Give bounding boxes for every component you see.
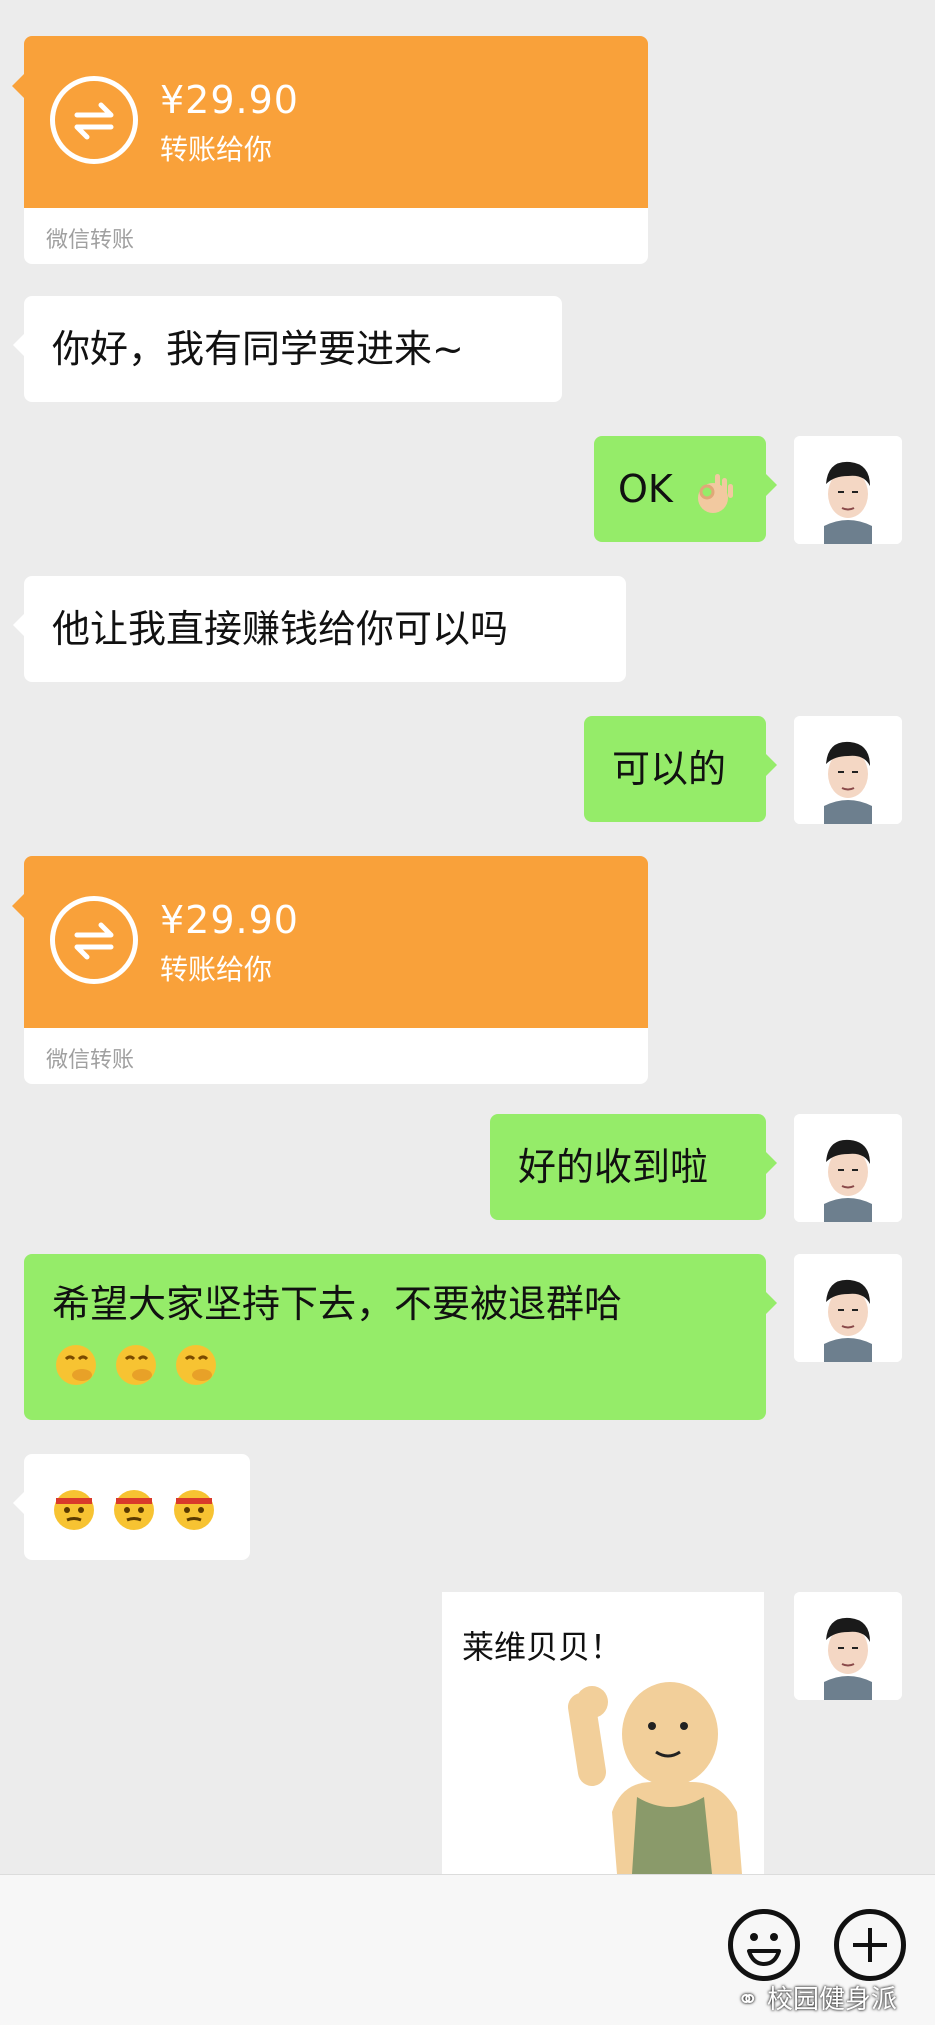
plus-icon <box>853 1928 887 1962</box>
message-bubble-outgoing[interactable]: 可以的 <box>584 716 777 822</box>
smiley-icon <box>747 1933 781 1966</box>
avatar[interactable] <box>794 1592 902 1700</box>
message-text: 好的收到啦 <box>518 1145 709 1189</box>
message-bubble-incoming[interactable]: 他让我直接赚钱给你可以吗 <box>13 576 626 682</box>
emoji-row <box>52 1338 738 1389</box>
plus-button[interactable] <box>834 1909 906 1981</box>
transfer-card-1[interactable]: ¥29.90 转账给你 微信转账 <box>12 36 648 264</box>
chat-input-bar: ⚭ 校园健身派 <box>0 1874 935 2025</box>
transfer-card-footer: 微信转账 <box>24 1028 648 1084</box>
transfer-amount: ¥29.90 <box>160 78 299 122</box>
message-bubble-incoming[interactable] <box>13 1454 250 1560</box>
headband-face-emoji <box>174 1489 214 1530</box>
transfer-icon <box>50 76 138 164</box>
watermark-text: 校园健身派 <box>766 1985 897 2015</box>
message-text: 他让我直接赚钱给你可以吗 <box>52 607 509 651</box>
message-bubble-incoming[interactable]: 你好，我有同学要进来~ <box>13 296 562 402</box>
transfer-card-footer: 微信转账 <box>24 208 648 264</box>
bubble-tail <box>766 474 777 496</box>
transfer-source-label: 微信转账 <box>46 1048 135 1073</box>
message-bubble-outgoing[interactable]: 好的收到啦 <box>490 1114 777 1220</box>
avatar[interactable] <box>794 1114 902 1222</box>
thinking-face-emoji <box>56 1344 96 1385</box>
bubble-tail <box>12 74 24 98</box>
thinking-face-emoji <box>116 1344 156 1385</box>
message-text: 可以的 <box>612 747 727 791</box>
transfer-card-2[interactable]: ¥29.90 转账给你 微信转账 <box>12 856 648 1084</box>
message-bubble-outgoing[interactable]: 希望大家坚持下去，不要被退群哈 <box>24 1254 777 1420</box>
bubble-tail <box>12 894 24 918</box>
avatar[interactable] <box>794 1254 902 1362</box>
bubble-tail <box>13 614 24 636</box>
bubble-tail <box>766 1152 777 1174</box>
bubble-tail <box>766 754 777 776</box>
thinking-face-emoji <box>176 1344 216 1385</box>
transfer-icon <box>50 896 138 984</box>
transfer-amount: ¥29.90 <box>160 898 299 942</box>
transfer-description: 转账给你 <box>160 953 273 986</box>
message-text: OK <box>618 467 673 511</box>
transfer-description: 转账给你 <box>160 133 273 166</box>
bubble-tail <box>13 334 24 356</box>
bubble-tail <box>766 1292 777 1314</box>
message-bubble-outgoing[interactable]: OK <box>594 436 777 542</box>
headband-face-emoji <box>54 1489 94 1530</box>
muscle-cartoon <box>568 1682 742 1874</box>
avatar[interactable] <box>794 436 902 544</box>
watermark-label: ⚭ 校园健身派 <box>737 1979 897 2016</box>
sticker-message[interactable]: 莱维贝贝！ <box>442 1592 764 1874</box>
headband-face-emoji <box>114 1489 154 1530</box>
wechat-icon: ⚭ <box>736 1985 759 2015</box>
avatar[interactable] <box>794 716 902 824</box>
message-text: 希望大家坚持下去，不要被退群哈 <box>52 1282 623 1326</box>
emoji-button[interactable] <box>728 1909 800 1981</box>
bubble-tail <box>13 1492 24 1514</box>
transfer-source-label: 微信转账 <box>46 228 135 253</box>
ok-hand-emoji <box>697 473 733 513</box>
message-text: 你好，我有同学要进来~ <box>52 327 464 371</box>
